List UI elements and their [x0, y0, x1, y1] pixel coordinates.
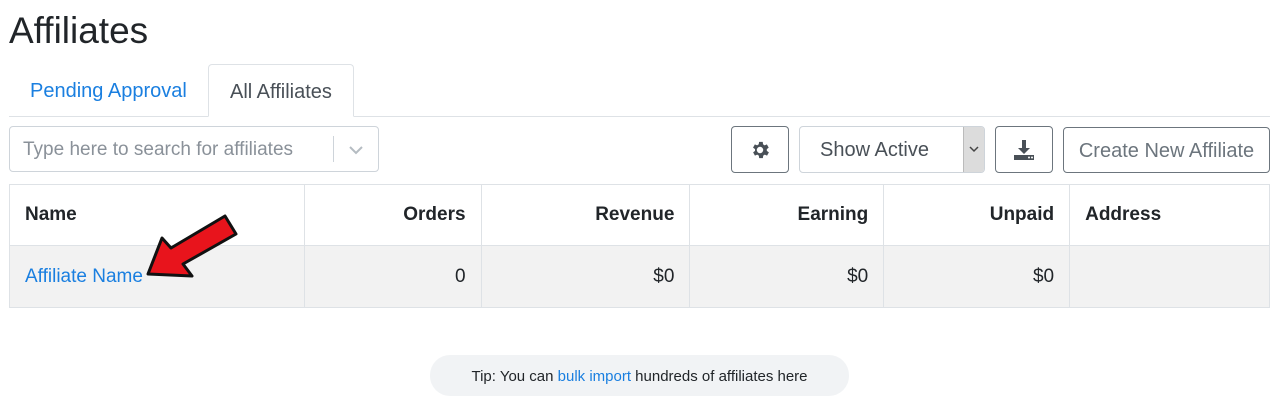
column-header-revenue[interactable]: Revenue — [480, 184, 691, 246]
gear-icon — [753, 141, 769, 159]
unpaid-cell: $0 — [883, 245, 1071, 308]
caret-down-icon — [969, 146, 979, 153]
orders-cell: 0 — [303, 245, 482, 308]
page-title: Affiliates — [9, 10, 149, 51]
search-input[interactable] — [10, 127, 345, 173]
address-cell — [1069, 245, 1270, 308]
status-filter-select[interactable]: Show Active — [799, 126, 985, 173]
annotation-arrow-icon — [146, 214, 238, 278]
tip-suffix: hundreds of affiliates here — [631, 368, 808, 385]
settings-button[interactable] — [731, 126, 789, 173]
tip-prefix: Tip: You can — [471, 368, 558, 385]
download-icon — [1014, 140, 1034, 160]
tip-banner: Tip: You can bulk import hundreds of aff… — [430, 355, 849, 396]
search-separator — [333, 136, 334, 162]
column-header-orders[interactable]: Orders — [303, 184, 482, 246]
status-filter-value: Show Active — [820, 139, 929, 161]
select-arrow[interactable] — [963, 127, 984, 172]
column-header-unpaid[interactable]: Unpaid — [883, 184, 1071, 246]
revenue-cell: $0 — [480, 245, 691, 308]
affiliate-name-link[interactable]: Affiliate Name — [25, 266, 143, 287]
bulk-import-link[interactable]: bulk import — [558, 368, 631, 385]
download-button[interactable] — [995, 126, 1053, 173]
search-box[interactable] — [9, 126, 379, 173]
column-header-address[interactable]: Address — [1069, 184, 1270, 246]
chevron-down-icon[interactable] — [346, 140, 366, 160]
create-new-affiliate-button[interactable]: Create New Affiliate — [1063, 127, 1270, 173]
column-header-earning[interactable]: Earning — [689, 184, 885, 246]
earning-cell: $0 — [689, 245, 885, 308]
tab-all-affiliates[interactable]: All Affiliates — [208, 64, 354, 117]
tab-bar: Pending Approval All Affiliates — [9, 64, 1270, 117]
tab-pending-approval[interactable]: Pending Approval — [9, 64, 208, 116]
